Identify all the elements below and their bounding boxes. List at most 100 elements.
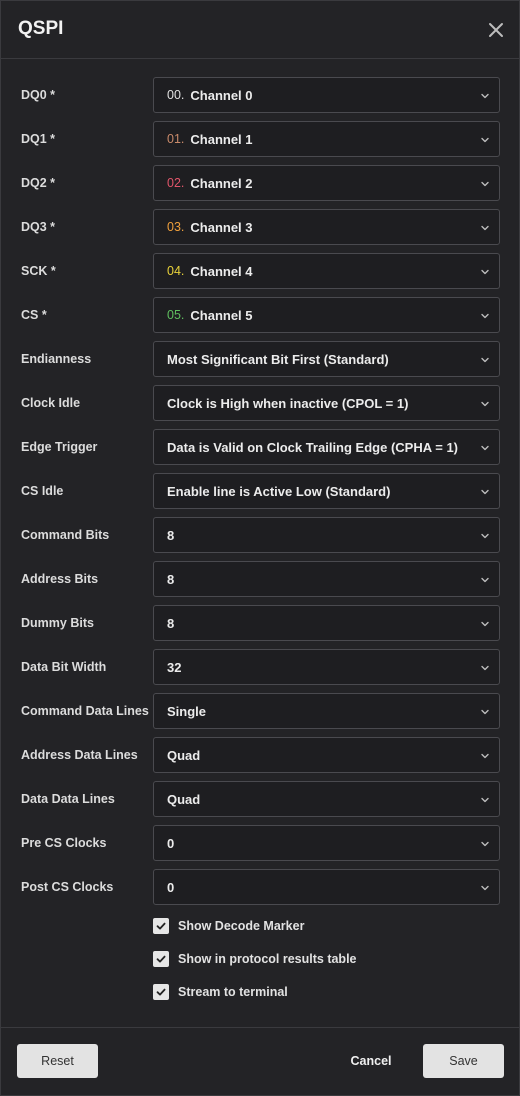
close-icon[interactable] (485, 19, 507, 41)
field-label: Address Bits (21, 572, 99, 586)
chevron-down-icon (481, 93, 489, 99)
dialog-header: QSPI (1, 1, 519, 59)
chevron-down-icon (481, 577, 489, 583)
select-dq1[interactable]: 01. Channel 1 (153, 121, 500, 157)
chevron-down-icon (481, 181, 489, 187)
chevron-down-icon (481, 841, 489, 847)
field-label: Dummy Bits (21, 616, 94, 630)
chevron-down-icon (481, 313, 489, 319)
field-row-cs: CS * 05. Channel 5 (1, 297, 519, 333)
footer-divider (1, 1027, 519, 1028)
channel-index: 00. (167, 88, 185, 102)
field-row-address-data-lines: Address Data Lines Quad (1, 737, 519, 773)
field-row-dq2: DQ2 * 02. Channel 2 (1, 165, 519, 201)
chevron-down-icon (481, 269, 489, 275)
field-label: Endianness (21, 352, 92, 366)
chevron-down-icon (481, 137, 489, 143)
select-clock-idle[interactable]: Clock is High when inactive (CPOL = 1) (153, 385, 500, 421)
chevron-down-icon (481, 357, 489, 363)
select-dq0[interactable]: 00. Channel 0 (153, 77, 500, 113)
field-label: Post CS Clocks (21, 880, 114, 894)
field-label: DQ2 * (21, 176, 56, 190)
field-label: CS Idle (21, 484, 64, 498)
field-row-edge-trigger: Edge Trigger Data is Valid on Clock Trail… (1, 429, 519, 465)
select-command-data-lines[interactable]: Single (153, 693, 500, 729)
field-label: Address Data Lines (21, 748, 138, 762)
checkbox-label: Stream to terminal (178, 985, 288, 999)
chevron-down-icon (481, 797, 489, 803)
select-value: Channel 5 (190, 307, 253, 323)
channel-index: 03. (167, 220, 185, 234)
select-value: Clock is High when inactive (CPOL = 1) (167, 395, 409, 411)
select-sck[interactable]: 04. Channel 4 (153, 253, 500, 289)
select-dummy-bits[interactable]: 8 (153, 605, 500, 641)
checkmark-icon (156, 955, 166, 963)
select-post-cs-clocks[interactable]: 0 (153, 869, 500, 905)
select-dq3[interactable]: 03. Channel 3 (153, 209, 500, 245)
select-command-bits[interactable]: 8 (153, 517, 500, 553)
field-row-clock-idle: Clock Idle Clock is High when inactive (C… (1, 385, 519, 421)
field-row-command-bits: Command Bits 8 (1, 517, 519, 553)
select-cs[interactable]: 05. Channel 5 (153, 297, 500, 333)
channel-index: 04. (167, 264, 185, 278)
select-edge-trigger[interactable]: Data is Valid on Clock Trailing Edge (CP… (153, 429, 500, 465)
qspi-dialog: QSPI DQ0 * 00. Channel 0 DQ1 * 01. Channel 1 D… (0, 0, 520, 1096)
select-value: Data is Valid on Clock Trailing Edge (CP… (167, 439, 459, 455)
checkbox-label: Show in protocol results table (178, 952, 357, 966)
select-address-data-lines[interactable]: Quad (153, 737, 500, 773)
field-label: SCK * (21, 264, 56, 278)
select-endianness[interactable]: Most Significant Bit First (Standard) (153, 341, 500, 377)
save-button[interactable]: Save (423, 1044, 504, 1078)
chevron-down-icon (481, 533, 489, 539)
select-value: 8 (167, 527, 175, 543)
checkmark-icon (156, 988, 166, 996)
chevron-down-icon (481, 225, 489, 231)
select-address-bits[interactable]: 8 (153, 561, 500, 597)
checkbox-box[interactable] (153, 918, 169, 934)
select-value: Single (167, 703, 207, 719)
select-value: Channel 2 (190, 175, 253, 191)
field-row-pre-cs-clocks: Pre CS Clocks 0 (1, 825, 519, 861)
checkmark-icon (156, 922, 166, 930)
select-cs-idle[interactable]: Enable line is Active Low (Standard) (153, 473, 500, 509)
field-label: Data Bit Width (21, 660, 107, 674)
checkbox-show-decode-marker[interactable]: Show Decode Marker (153, 916, 304, 936)
field-label: Command Bits (21, 528, 110, 542)
select-dq2[interactable]: 02. Channel 2 (153, 165, 500, 201)
reset-button[interactable]: Reset (17, 1044, 98, 1078)
chevron-down-icon (481, 665, 489, 671)
select-value: Enable line is Active Low (Standard) (167, 483, 391, 499)
select-value: Channel 3 (190, 219, 253, 235)
select-value: Quad (167, 791, 201, 807)
select-value: Channel 1 (190, 131, 253, 147)
chevron-down-icon (481, 621, 489, 627)
field-row-dummy-bits: Dummy Bits 8 (1, 605, 519, 641)
checkbox-box[interactable] (153, 984, 169, 1000)
chevron-down-icon (481, 401, 489, 407)
field-row-data-data-lines: Data Data Lines Quad (1, 781, 519, 817)
cancel-button[interactable]: Cancel (336, 1044, 406, 1078)
checkbox-label: Show Decode Marker (178, 919, 305, 933)
field-row-endianness: Endianness Most Significant Bit First (St… (1, 341, 519, 377)
field-label: Command Data Lines (21, 704, 149, 718)
checkbox-box[interactable] (153, 951, 169, 967)
select-data-bit-width[interactable]: 32 (153, 649, 500, 685)
checkbox-show-in-protocol-results-table[interactable]: Show in protocol results table (153, 949, 357, 969)
select-pre-cs-clocks[interactable]: 0 (153, 825, 500, 861)
chevron-down-icon (481, 885, 489, 891)
field-row-post-cs-clocks: Post CS Clocks 0 (1, 869, 519, 905)
select-value: Quad (167, 747, 201, 763)
field-label: Clock Idle (21, 396, 81, 410)
select-value: 32 (167, 659, 182, 675)
select-value: 0 (167, 879, 175, 895)
select-data-data-lines[interactable]: Quad (153, 781, 500, 817)
field-label: Edge Trigger (21, 440, 98, 454)
channel-index: 05. (167, 308, 185, 322)
chevron-down-icon (481, 709, 489, 715)
field-label: DQ1 * (21, 132, 56, 146)
field-label: DQ0 * (21, 88, 56, 102)
channel-index: 01. (167, 132, 185, 146)
checkbox-stream-to-terminal[interactable]: Stream to terminal (153, 982, 288, 1002)
field-label: DQ3 * (21, 220, 56, 234)
select-value: 8 (167, 615, 175, 631)
